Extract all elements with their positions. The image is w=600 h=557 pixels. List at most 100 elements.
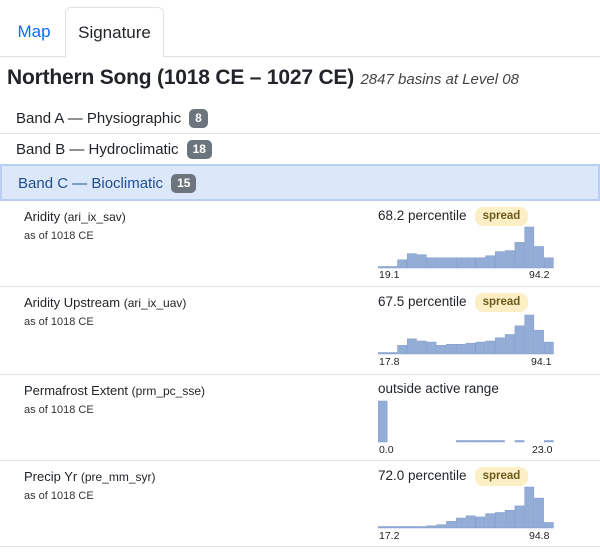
histogram-bar — [495, 440, 505, 443]
distribution-histogram — [378, 314, 554, 355]
distribution-histogram — [378, 486, 554, 529]
tab-bar: Map Signature — [0, 0, 600, 58]
histogram-min-label: 0.0 — [379, 444, 394, 456]
variable-row: Aridity Upstream (ari_ix_uav) as of 1018… — [0, 287, 600, 375]
histogram-bar — [397, 526, 407, 529]
histogram-bar — [514, 242, 525, 269]
histogram-bar — [446, 344, 456, 355]
histogram-bar — [436, 345, 447, 355]
distribution-histogram — [378, 400, 554, 443]
band-c-header[interactable]: Band C — Bioclimatic 15 — [0, 164, 600, 201]
variable-as-of: as of 1018 CE — [24, 316, 94, 328]
variable-name: Aridity (ari_ix_sav) — [24, 209, 126, 224]
histogram-bar — [504, 510, 515, 529]
histogram-bar — [534, 246, 544, 269]
histogram-bar — [436, 257, 447, 269]
variable-code: (pre_mm_syr) — [80, 470, 156, 484]
tab-map[interactable]: Map — [4, 7, 64, 57]
band-b-header[interactable]: Band B — Hydroclimatic 18 — [0, 134, 600, 165]
histogram-bar — [543, 440, 554, 443]
variable-as-of: as of 1018 CE — [24, 490, 94, 502]
variable-row: Aridity (ari_ix_sav) as of 1018 CE 68.2 … — [0, 201, 600, 287]
histogram-bar — [524, 486, 535, 529]
histogram-bar — [475, 516, 486, 529]
histogram-bar — [407, 338, 417, 355]
histogram-bar — [378, 526, 388, 529]
histogram-bar — [485, 255, 495, 269]
histogram-bar — [485, 440, 495, 443]
histogram-bar — [426, 341, 437, 355]
histogram-bar — [534, 329, 544, 355]
band-label: Band C — Bioclimatic — [18, 175, 164, 192]
histogram-max-label: 94.2 — [529, 269, 550, 281]
histogram-bar — [416, 340, 427, 355]
histogram-bar — [436, 524, 447, 529]
band-label: Band B — Hydroclimatic — [16, 141, 179, 158]
histogram-bar — [426, 257, 437, 269]
tab-signature[interactable]: Signature — [65, 7, 164, 58]
histogram-bar — [378, 400, 388, 443]
histogram-max-label: 23.0 — [532, 444, 553, 456]
histogram-bar — [397, 259, 407, 269]
page-title: Northern Song (1018 CE – 1027 CE) 2847 b… — [7, 66, 519, 90]
page-subtitle: 2847 basins at Level 08 — [360, 71, 519, 88]
histogram-bar — [455, 517, 466, 529]
variable-code: (ari_ix_sav) — [63, 210, 126, 224]
histogram-bar — [455, 440, 466, 443]
histogram-bar — [465, 440, 476, 443]
histogram-bar — [495, 251, 505, 269]
histogram-bar — [475, 257, 486, 269]
histogram-bar — [504, 250, 515, 269]
histogram-bar — [378, 352, 388, 355]
histogram-bar — [455, 257, 466, 269]
histogram-bar — [495, 337, 505, 355]
band-count-badge: 8 — [189, 109, 208, 128]
histogram-bar — [514, 505, 525, 529]
variable-name: Permafrost Extent (prm_pc_sse) — [24, 383, 206, 398]
histogram-bar — [446, 521, 456, 529]
histogram-bar — [514, 440, 525, 443]
page-title-main: Northern Song (1018 CE – 1027 CE) — [7, 66, 355, 89]
histogram-bar — [475, 341, 486, 355]
histogram-min-label: 17.2 — [379, 530, 400, 542]
variable-name: Precip Yr (pre_mm_syr) — [24, 469, 156, 484]
band-count-badge: 15 — [171, 174, 197, 193]
histogram-bar — [387, 266, 398, 269]
variable-name: Aridity Upstream (ari_ix_uav) — [24, 295, 187, 310]
histogram-max-label: 94.1 — [531, 356, 552, 368]
histogram-min-label: 17.8 — [379, 356, 400, 368]
histogram-bar — [446, 257, 456, 269]
variable-row: Precip Yr (pre_mm_syr) as of 1018 CE 72.… — [0, 461, 600, 547]
histogram-bar — [465, 342, 476, 355]
histogram-bar — [378, 266, 388, 269]
histogram-bar — [485, 340, 495, 355]
histogram-max-label: 94.8 — [529, 530, 550, 542]
variable-as-of: as of 1018 CE — [24, 404, 94, 416]
histogram-bar — [543, 257, 554, 269]
histogram-bar — [534, 497, 544, 529]
histogram-bar — [426, 525, 437, 529]
band-a-header[interactable]: Band A — Physiographic 8 — [0, 103, 600, 134]
histogram-bar — [485, 513, 495, 529]
histogram-bar — [416, 526, 427, 529]
variable-code: (ari_ix_uav) — [123, 296, 187, 310]
histogram-bar — [504, 334, 515, 355]
histogram-bar — [407, 253, 417, 269]
histogram-bar — [397, 345, 407, 355]
histogram-bar — [495, 512, 505, 529]
histogram-bar — [387, 526, 398, 529]
histogram-bar — [387, 352, 398, 355]
histogram-bar — [514, 325, 525, 355]
histogram-bar — [543, 522, 554, 529]
histogram-bar — [524, 314, 535, 355]
variable-code: (prm_pc_sse) — [131, 384, 206, 398]
histogram-bar — [524, 226, 535, 269]
histogram-bar — [455, 344, 466, 355]
histogram-min-label: 19.1 — [379, 269, 400, 281]
histogram-bar — [543, 341, 554, 355]
histogram-bar — [407, 526, 417, 529]
histogram-bar — [465, 515, 476, 529]
histogram-bar — [465, 257, 476, 269]
histogram-bar — [475, 440, 486, 443]
band-count-badge: 18 — [186, 140, 212, 159]
